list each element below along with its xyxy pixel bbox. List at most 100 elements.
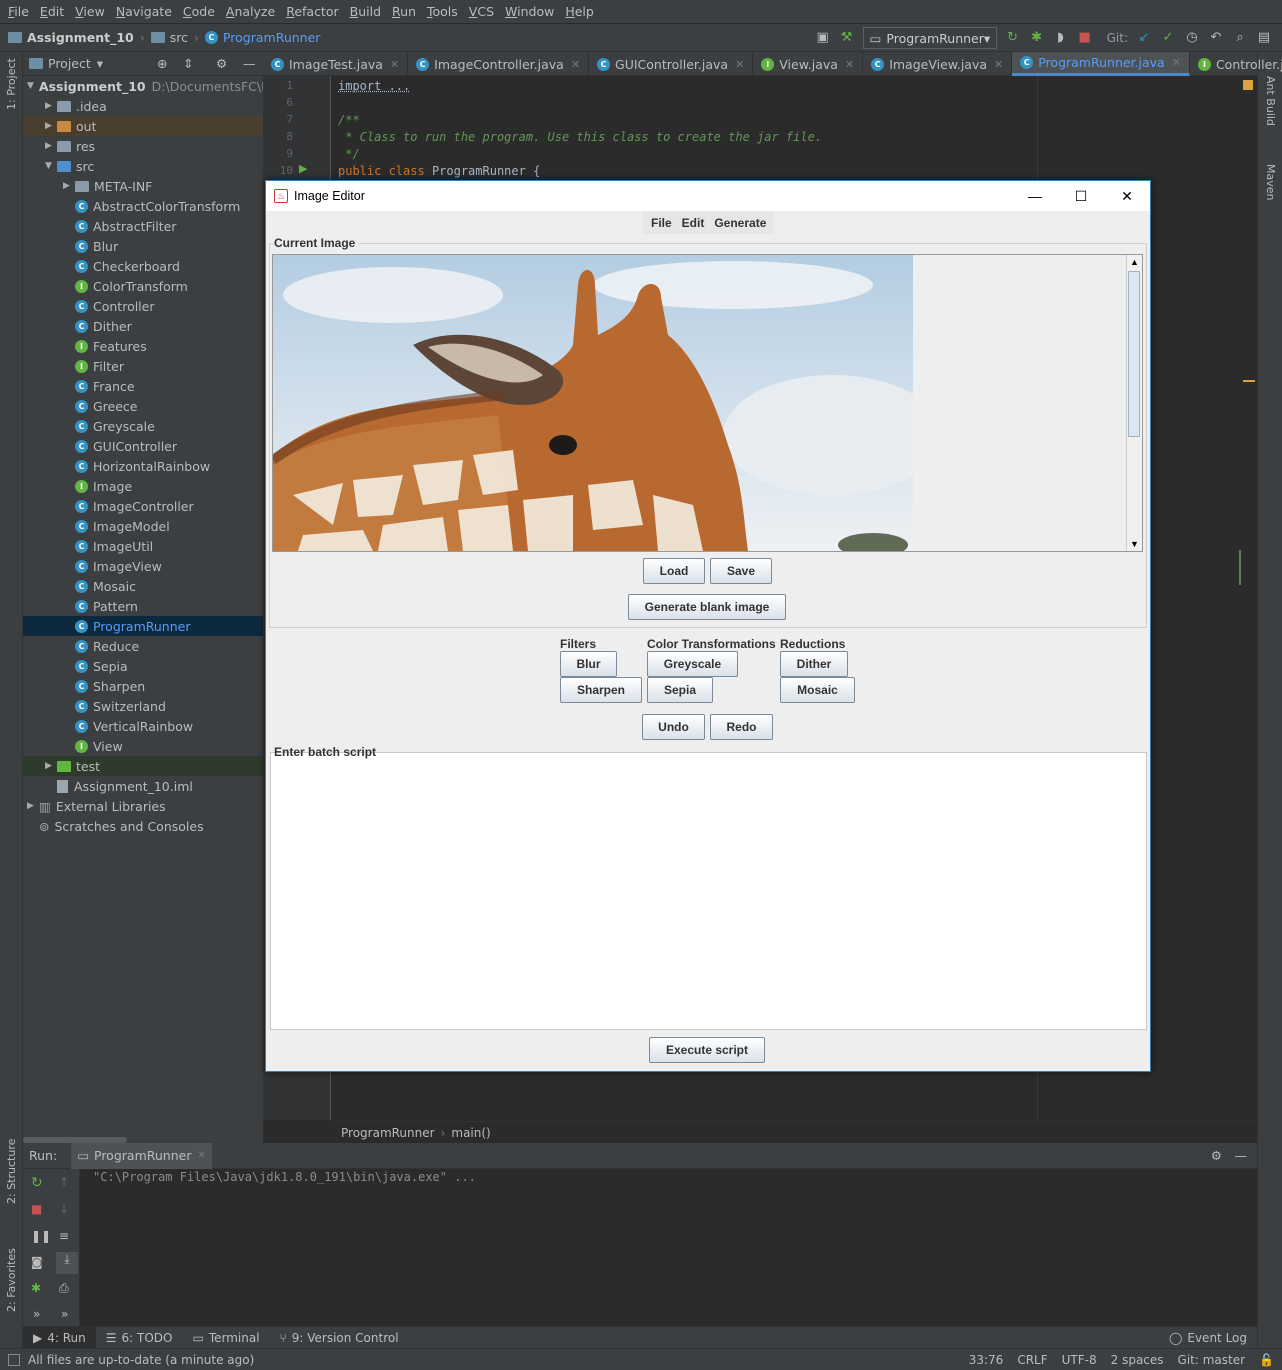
tree-item[interactable]: C Dither — [23, 316, 263, 336]
chevron-right-icon[interactable]: ▶ — [45, 121, 57, 131]
menu-navigate[interactable]: Navigate — [112, 4, 176, 19]
line-separator[interactable]: CRLF — [1017, 1353, 1047, 1367]
revert-icon[interactable]: ↶ — [1208, 30, 1224, 46]
tree-item[interactable]: C Greyscale — [23, 416, 263, 436]
git-update-icon[interactable]: ↙ — [1136, 30, 1152, 46]
sharpen-button[interactable]: Sharpen — [560, 677, 642, 703]
close-icon[interactable]: ✕ — [994, 58, 1003, 71]
error-stripe-mark[interactable] — [1243, 380, 1255, 382]
tree-item[interactable]: C France — [23, 376, 263, 396]
dialog-title-bar[interactable]: ♨ Image Editor — ☐ ✕ — [266, 181, 1150, 211]
image-scroll-pane[interactable]: ▲ ▼ — [272, 254, 1143, 552]
greyscale-button[interactable]: Greyscale — [647, 651, 738, 677]
menu-tools[interactable]: Tools — [423, 4, 462, 19]
ant-build-tab[interactable]: Ant Build — [1264, 76, 1277, 126]
event-log-button[interactable]: ◯ Event Log — [1159, 1327, 1257, 1349]
batch-script-textarea[interactable] — [270, 752, 1147, 1030]
dialog-menu-generate[interactable]: Generate — [709, 216, 771, 230]
tree-item[interactable]: I ColorTransform — [23, 276, 263, 296]
arrow-down-icon[interactable]: ↓ — [59, 1202, 69, 1216]
tree-item[interactable]: C ImageModel — [23, 516, 263, 536]
layout-icon[interactable]: ▤ — [1256, 30, 1272, 46]
tree-item[interactable]: C AbstractFilter — [23, 216, 263, 236]
project-structure-icon[interactable]: ▣ — [815, 30, 831, 46]
file-encoding[interactable]: UTF-8 — [1062, 1353, 1097, 1367]
git-commit-icon[interactable]: ✓ — [1160, 30, 1176, 46]
favorites-tool-tab[interactable]: 2: Favorites — [5, 1248, 18, 1312]
run-tab[interactable]: ▭ ProgramRunner ✕ — [71, 1142, 212, 1169]
print-icon[interactable]: ⎙ — [59, 1281, 69, 1296]
close-icon[interactable]: ✕ — [571, 58, 580, 71]
minimize-button[interactable]: — — [1012, 181, 1058, 211]
tree-item[interactable]: ▶ test — [23, 756, 263, 776]
run-gutter-icon[interactable]: ▶ — [299, 162, 307, 175]
breadcrumb-folder[interactable]: src — [170, 30, 188, 45]
gear-icon[interactable]: ⚙ — [216, 56, 227, 71]
tree-item[interactable]: C ImageController — [23, 496, 263, 516]
stop-icon[interactable]: ■ — [1077, 30, 1093, 46]
tree-item[interactable]: ▶ out — [23, 116, 263, 136]
chevron-down-icon[interactable]: ▼ — [27, 81, 34, 91]
locate-icon[interactable]: ⊕ — [157, 56, 167, 71]
build-hammer-icon[interactable]: ⚒ — [839, 30, 855, 46]
tree-item[interactable]: I Filter — [23, 356, 263, 376]
menu-analyze[interactable]: Analyze — [222, 4, 279, 19]
collapse-icon[interactable]: ⇕ — [183, 56, 193, 71]
chevron-right-icon[interactable]: ▶ — [45, 101, 57, 111]
caret-position[interactable]: 33:76 — [969, 1353, 1004, 1367]
tab-version-control[interactable]: ⑂ 9: Version Control — [270, 1327, 409, 1349]
maven-tab[interactable]: Maven — [1264, 164, 1277, 200]
tree-item[interactable]: C ProgramRunner — [23, 616, 263, 636]
tree-item[interactable]: ▶ .idea — [23, 96, 263, 116]
chevron-right-icon[interactable]: ▶ — [45, 761, 57, 771]
tab-run[interactable]: ▶ 4: Run — [23, 1326, 96, 1349]
dialog-menu-file[interactable]: File — [646, 216, 677, 230]
tab-terminal[interactable]: ▭ Terminal — [182, 1327, 269, 1349]
arrow-up-icon[interactable]: ↑ — [59, 1175, 69, 1189]
scroll-thumb[interactable] — [1128, 271, 1140, 437]
tree-item[interactable]: ▶ ▥ External Libraries — [23, 796, 263, 816]
coverage-icon[interactable]: ◗ — [1053, 30, 1069, 46]
tree-item[interactable]: I Features — [23, 336, 263, 356]
sepia-button[interactable]: Sepia — [647, 677, 713, 703]
redo-button[interactable]: Redo — [710, 714, 773, 740]
lock-icon[interactable]: 🔓 — [1259, 1353, 1274, 1367]
load-button[interactable]: Load — [643, 558, 705, 584]
menu-run[interactable]: Run — [388, 4, 420, 19]
menu-edit[interactable]: Edit — [36, 4, 68, 19]
more-icon[interactable]: » — [33, 1307, 40, 1321]
minimize-icon[interactable]: — — [1235, 1148, 1248, 1163]
close-icon[interactable]: ✕ — [197, 1150, 205, 1161]
tree-item[interactable]: C Mosaic — [23, 576, 263, 596]
tab-imageview[interactable]: C ImageView.java ✕ — [863, 52, 1013, 76]
tree-item[interactable]: Assignment_10.iml — [23, 776, 263, 796]
menu-help[interactable]: Help — [561, 4, 598, 19]
scroll-to-end-icon[interactable]: ⤓ — [56, 1252, 78, 1274]
menu-build[interactable]: Build — [346, 4, 385, 19]
menu-vcs[interactable]: VCS — [465, 4, 498, 19]
indent-setting[interactable]: 2 spaces — [1111, 1353, 1164, 1367]
tree-item[interactable]: ▼ src — [23, 156, 263, 176]
dialog-menu-edit[interactable]: Edit — [677, 216, 710, 230]
tree-root[interactable]: ▼ Assignment_10 D:\DocumentsFC\NE — [23, 76, 278, 96]
close-icon[interactable]: ✕ — [390, 58, 399, 71]
chevron-right-icon[interactable]: ▶ — [63, 181, 75, 191]
status-toggle-icon[interactable] — [8, 1353, 20, 1366]
tree-item[interactable]: I Image — [23, 476, 263, 496]
warning-marker-icon[interactable] — [1243, 80, 1253, 90]
tree-item[interactable]: C ImageUtil — [23, 536, 263, 556]
run-configuration-select[interactable]: ▭ ProgramRunner ▾ — [862, 27, 997, 49]
tree-item[interactable]: C Checkerboard — [23, 256, 263, 276]
mosaic-button[interactable]: Mosaic — [780, 677, 855, 703]
tab-todo[interactable]: ☰ 6: TODO — [96, 1327, 183, 1349]
search-icon[interactable]: ⌕ — [1232, 30, 1248, 46]
debug-icon[interactable]: ✱ — [1029, 30, 1045, 46]
tab-view[interactable]: I View.java ✕ — [753, 52, 864, 76]
arrow-up-icon[interactable]: ▲ — [1130, 257, 1139, 267]
close-icon[interactable]: ✕ — [1172, 56, 1181, 69]
breadcrumb-project[interactable]: Assignment_10 — [27, 30, 134, 45]
arrow-down-icon[interactable]: ▼ — [1130, 539, 1139, 549]
save-button[interactable]: Save — [710, 558, 772, 584]
chevron-down-icon[interactable]: ▼ — [45, 161, 57, 171]
execute-script-button[interactable]: Execute script — [649, 1037, 765, 1063]
